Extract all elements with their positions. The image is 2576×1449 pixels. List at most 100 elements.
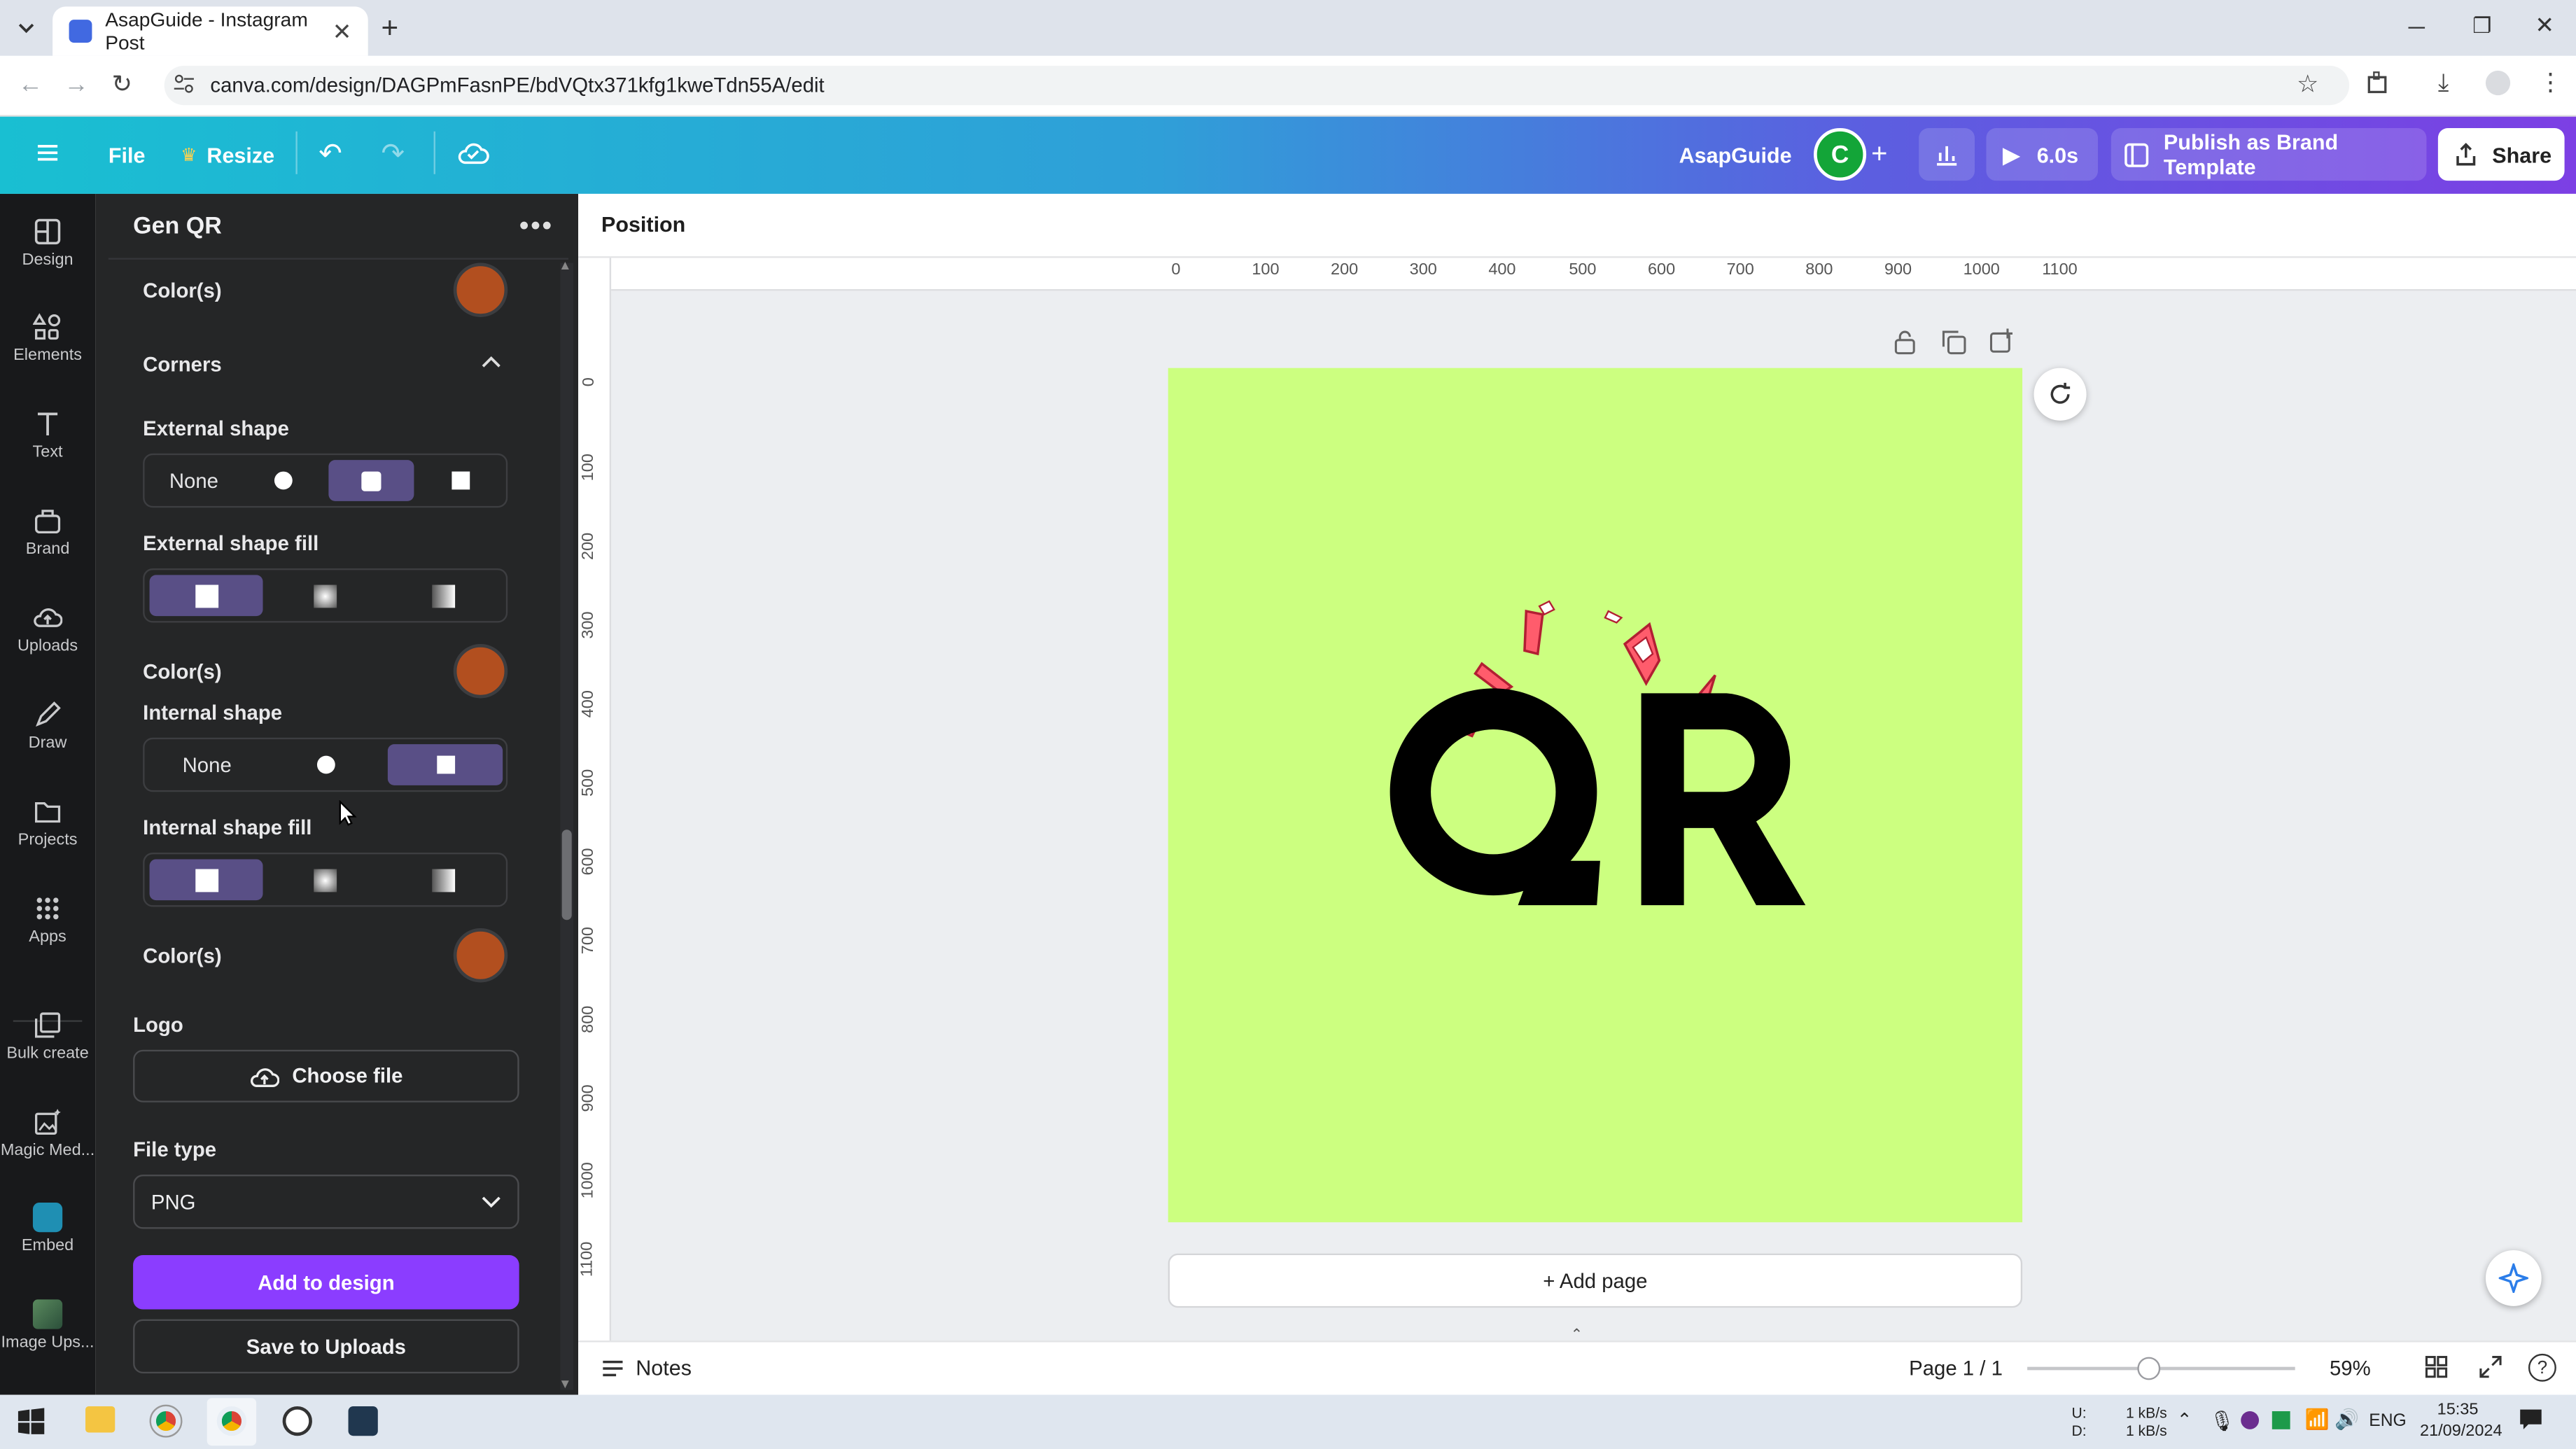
share-button[interactable]: Share [2437, 128, 2565, 181]
media-app-icon[interactable] [348, 1406, 378, 1436]
chevron-up-icon[interactable]: ⌃ [2177, 1410, 2192, 1431]
fill-radial-gradient-option[interactable] [268, 859, 383, 900]
corners-section-header[interactable]: Corners [143, 354, 222, 377]
chrome-icon[interactable] [216, 1406, 247, 1436]
scroll-down-icon[interactable]: ▼ [559, 1377, 572, 1392]
rail-item-projects[interactable]: Projects [0, 797, 95, 849]
obs-icon[interactable] [282, 1406, 312, 1436]
rail-item-draw[interactable]: Draw [0, 700, 95, 752]
external-shape-square-option[interactable] [417, 460, 503, 501]
reload-icon[interactable]: ↻ [112, 69, 133, 99]
back-icon[interactable]: ← [18, 71, 43, 99]
volume-icon[interactable]: 🔊 [2334, 1408, 2359, 1431]
choose-file-button[interactable]: Choose file [133, 1049, 519, 1102]
browser-menu-icon[interactable]: ⋮ [2538, 67, 2563, 97]
close-tab-icon[interactable]: ✕ [332, 18, 352, 46]
lock-page-icon[interactable] [1893, 328, 1917, 355]
minimize-icon[interactable]: ─ [2409, 13, 2425, 40]
help-icon[interactable]: ? [2528, 1353, 2556, 1382]
add-page-icon[interactable] [1989, 328, 2014, 353]
rail-item-apps[interactable]: Apps [0, 894, 95, 946]
language-indicator[interactable]: ENG [2369, 1411, 2406, 1431]
rail-item-image-upscaler[interactable]: Image Ups... [0, 1299, 95, 1352]
file-menu-button[interactable]: File [108, 143, 146, 167]
zoom-slider-handle[interactable] [2137, 1357, 2161, 1380]
panel-scrollbar-thumb[interactable] [561, 830, 572, 920]
external-shape-none-option[interactable]: None [150, 460, 239, 501]
extensions-icon[interactable] [2366, 71, 2390, 95]
file-type-select[interactable]: PNG [133, 1175, 519, 1229]
external-shape-rounded-square-option[interactable] [328, 460, 414, 501]
windows-start-icon[interactable] [18, 1408, 45, 1434]
bookmark-star-icon[interactable]: ☆ [2297, 69, 2319, 99]
position-button[interactable]: Position [601, 212, 685, 237]
internal-shape-circle-option[interactable] [268, 744, 383, 785]
fill-linear-gradient-option[interactable] [386, 575, 501, 616]
refresh-design-button[interactable] [2033, 368, 2087, 421]
add-to-design-button[interactable]: Add to design [133, 1255, 519, 1310]
profile-avatar[interactable] [2485, 70, 2511, 96]
zoom-slider[interactable] [2027, 1366, 2295, 1371]
close-window-icon[interactable]: ✕ [2535, 11, 2554, 39]
add-collaborator-icon[interactable]: + [1871, 138, 1887, 171]
external-shape-circle-option[interactable] [240, 460, 326, 501]
tab-search-icon[interactable] [13, 15, 40, 41]
rail-item-elements[interactable]: Elements [0, 312, 95, 365]
restore-icon[interactable]: ❐ [2472, 13, 2491, 40]
panel-more-icon[interactable]: ••• [519, 210, 554, 243]
address-bar[interactable]: canva.com/design/DAGPmFasnPE/bdVQtx371kf… [164, 65, 2350, 106]
tray-app-icon[interactable] [2272, 1411, 2290, 1429]
cloud-save-icon[interactable] [456, 139, 489, 166]
internal-shape-square-option[interactable] [387, 744, 503, 785]
duplicate-page-icon[interactable] [1942, 330, 1966, 355]
panel-scrollbar[interactable] [560, 262, 574, 1390]
rail-item-text[interactable]: Text [0, 409, 95, 461]
chevron-up-icon[interactable] [482, 354, 501, 370]
fill-solid-option[interactable] [149, 859, 263, 901]
fill-radial-gradient-option[interactable] [268, 575, 383, 616]
add-page-button[interactable]: + Add page [1168, 1253, 2023, 1308]
insights-button[interactable] [1919, 128, 1975, 181]
undo-icon[interactable]: ↶ [318, 138, 342, 171]
site-settings-icon[interactable] [172, 72, 195, 95]
forward-icon[interactable]: → [64, 71, 89, 99]
rail-item-bulk-create[interactable]: Bulk create [0, 1010, 95, 1063]
save-to-uploads-button[interactable]: Save to Uploads [133, 1319, 519, 1374]
rail-item-magic-media[interactable]: Magic Med... [0, 1107, 95, 1160]
color-swatch[interactable] [453, 262, 508, 317]
present-button[interactable]: ▶ 6.0s [1986, 128, 2099, 181]
fullscreen-icon[interactable] [2479, 1355, 2502, 1378]
notifications-icon[interactable] [2519, 1408, 2543, 1431]
microphone-icon[interactable]: 🎙 [2210, 1410, 2235, 1433]
magic-assistant-button[interactable] [2485, 1250, 2542, 1306]
browser-tab[interactable]: AsapGuide - Instagram Post ✕ [52, 6, 368, 56]
user-avatar[interactable]: C [1814, 128, 1867, 181]
design-canvas[interactable] [1168, 368, 2023, 1223]
downloads-icon[interactable]: ⤓ [2438, 69, 2449, 97]
team-name[interactable]: AsapGuide [1679, 143, 1792, 167]
clock[interactable]: 15:35 21/09/2024 [2420, 1400, 2502, 1443]
redo-icon[interactable]: ↷ [381, 138, 404, 171]
internal-shape-none-option[interactable]: None [150, 744, 265, 785]
zoom-level[interactable]: 59% [2330, 1357, 2371, 1380]
rail-item-brand[interactable]: Brand [0, 506, 95, 559]
wifi-icon[interactable]: 📶 [2305, 1408, 2330, 1431]
page-indicator[interactable]: Page 1 / 1 [1909, 1357, 2003, 1380]
grid-view-icon[interactable] [2425, 1355, 2448, 1378]
scroll-up-icon[interactable]: ▲ [559, 258, 572, 272]
rail-item-design[interactable]: Design [0, 217, 95, 270]
fill-solid-option[interactable] [149, 575, 263, 617]
chrome-icon[interactable] [149, 1404, 183, 1438]
color-swatch[interactable] [453, 928, 508, 983]
fill-linear-gradient-option[interactable] [386, 859, 501, 900]
resize-button[interactable]: ♛ Resize [181, 143, 274, 167]
rail-item-uploads[interactable]: Uploads [0, 603, 95, 655]
rail-item-embed[interactable]: Embed [0, 1202, 95, 1255]
main-menu-icon[interactable] [36, 141, 59, 164]
file-explorer-icon[interactable] [85, 1406, 115, 1433]
color-swatch[interactable] [453, 644, 508, 699]
tray-app-icon[interactable] [2241, 1411, 2260, 1429]
publish-brand-template-button[interactable]: Publish as Brand Template [2110, 128, 2427, 181]
notes-button[interactable]: Notes [601, 1355, 692, 1380]
new-tab-icon[interactable]: + [381, 11, 398, 46]
